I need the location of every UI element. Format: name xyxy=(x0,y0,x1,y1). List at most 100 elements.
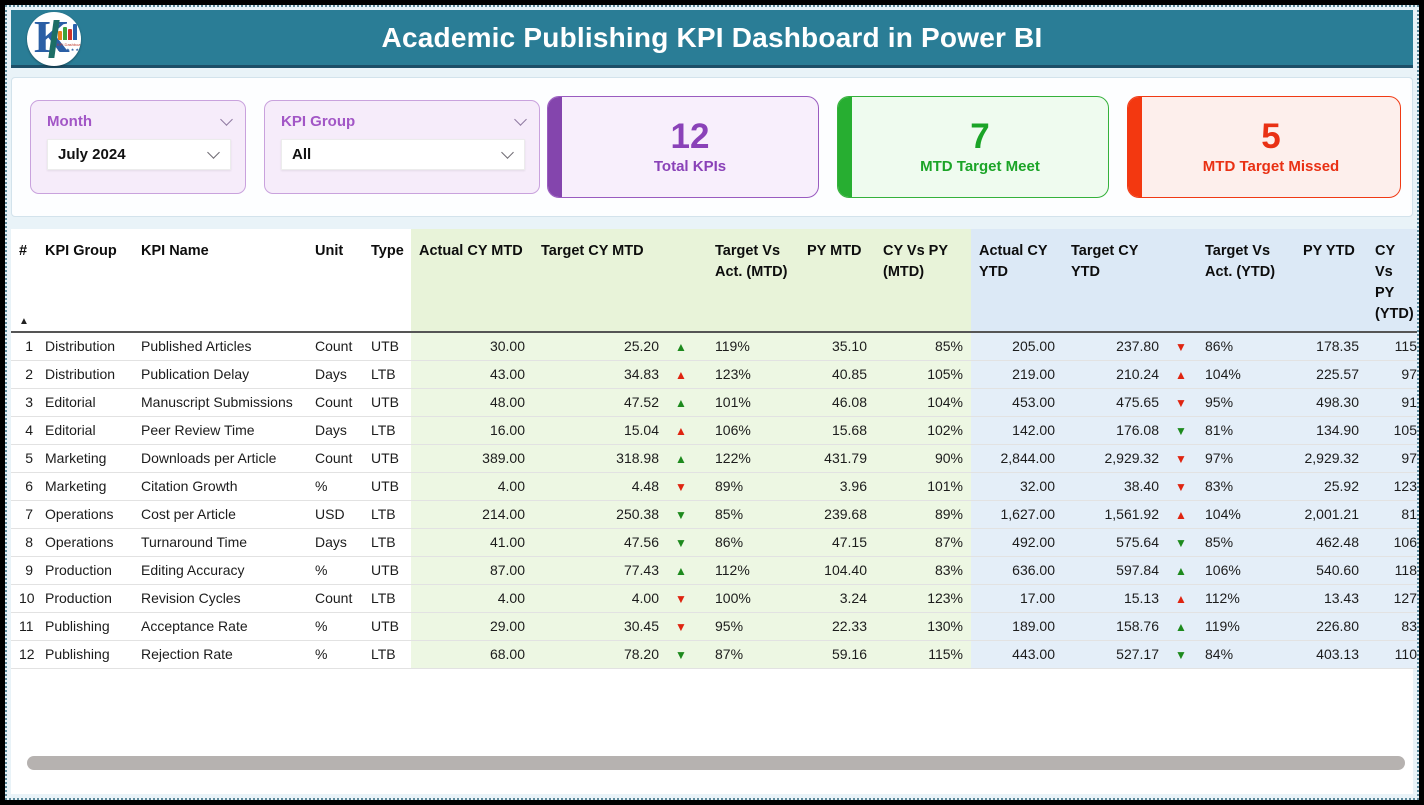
cell-unit: % xyxy=(307,640,363,668)
cell-kpi-name: Turnaround Time xyxy=(133,528,307,556)
table-row[interactable]: 4EditorialPeer Review TimeDaysLTB16.0015… xyxy=(11,416,1417,444)
variance-value: 89% xyxy=(715,478,743,494)
cell-target-cy-ytd: 237.80 xyxy=(1063,332,1167,360)
table-row[interactable]: 1DistributionPublished ArticlesCountUTB3… xyxy=(11,332,1417,360)
column-header-actual-cy-ytd[interactable]: Actual CY YTD xyxy=(971,229,1063,332)
cell-index: 1 xyxy=(11,332,37,360)
cell-kpi-group: Editorial xyxy=(37,388,133,416)
cell-type: UTB xyxy=(363,612,411,640)
cell-target-vs-act-mtd: ▼87% xyxy=(667,640,799,668)
cell-kpi-group: Distribution xyxy=(37,332,133,360)
cell-unit: Days xyxy=(307,528,363,556)
cell-cy-vs-py-mtd: 115% xyxy=(875,640,971,668)
table-row[interactable]: 2DistributionPublication DelayDaysLTB43.… xyxy=(11,360,1417,388)
cell-target-cy-mtd: 30.45 xyxy=(533,612,667,640)
cell-target-vs-act-ytd: ▼ 97% xyxy=(1167,444,1295,472)
triangle-down-icon: ▼ xyxy=(1175,396,1189,410)
chevron-down-icon[interactable] xyxy=(220,113,233,126)
cell-target-vs-act-ytd: ▼84% xyxy=(1167,640,1295,668)
triangle-down-icon: ▼ xyxy=(1175,452,1189,466)
cell-target-vs-act-mtd: ▲112% xyxy=(667,556,799,584)
variance-value: 83% xyxy=(1205,478,1233,494)
total-kpis-value: 12 xyxy=(671,119,710,154)
table-row[interactable]: 12PublishingRejection Rate%LTB68.0078.20… xyxy=(11,640,1417,668)
column-header-cy-vs-py-ytd[interactable]: CY Vs PY (YTD) xyxy=(1367,229,1417,332)
cell-kpi-group: Publishing xyxy=(37,640,133,668)
triangle-down-icon: ▼ xyxy=(1175,648,1189,662)
chevron-down-icon[interactable] xyxy=(514,113,527,126)
cell-type: UTB xyxy=(363,444,411,472)
column-header-target-vs-act-mtd[interactable]: Target Vs Act. (MTD) xyxy=(667,229,799,332)
column-header-unit[interactable]: Unit xyxy=(307,229,363,332)
cell-unit: Days xyxy=(307,416,363,444)
column-header-py-mtd[interactable]: PY MTD xyxy=(799,229,875,332)
table-row[interactable]: 5MarketingDownloads per ArticleCountUTB3… xyxy=(11,444,1417,472)
triangle-up-icon: ▲ xyxy=(675,564,689,578)
triangle-up-icon: ▲ xyxy=(675,424,689,438)
variance-value: 86% xyxy=(715,534,743,550)
column-header-type[interactable]: Type xyxy=(363,229,411,332)
variance-value: 87% xyxy=(715,646,743,662)
cell-target-vs-act-ytd: ▼95% xyxy=(1167,388,1295,416)
cell-target-cy-ytd: 2,929.32 xyxy=(1063,444,1167,472)
horizontal-scrollbar-thumb[interactable] xyxy=(27,756,1405,770)
cell-kpi-name: Downloads per Article xyxy=(133,444,307,472)
column-header-target-cy-ytd[interactable]: Target CY YTD xyxy=(1063,229,1167,332)
cell-unit: % xyxy=(307,472,363,500)
cell-py-ytd: 13.43 xyxy=(1295,584,1367,612)
cell-index: 12 xyxy=(11,640,37,668)
cell-cy-vs-py-mtd: 90% xyxy=(875,444,971,472)
triangle-up-icon: ▲ xyxy=(675,452,689,466)
variance-value: 97% xyxy=(1205,450,1233,466)
kpi-group-dropdown-value: All xyxy=(292,146,311,163)
variance-value: 95% xyxy=(715,618,743,634)
cell-unit: Count xyxy=(307,332,363,360)
variance-value: 123% xyxy=(715,366,751,382)
kpi-table-body: 1DistributionPublished ArticlesCountUTB3… xyxy=(11,332,1417,668)
cell-kpi-name: Publication Delay xyxy=(133,360,307,388)
column-header-index[interactable]: # ▲ xyxy=(11,229,37,332)
column-header-target-vs-act-ytd[interactable]: Target Vs Act. (YTD) xyxy=(1167,229,1295,332)
column-header-target-cy-mtd[interactable]: Target CY MTD xyxy=(533,229,667,332)
page-title: Academic Publishing KPI Dashboard in Pow… xyxy=(382,22,1043,54)
cell-py-ytd: 2,929.32 xyxy=(1295,444,1367,472)
kpi-group-slicer-label: KPI Group xyxy=(281,113,355,130)
table-row[interactable]: 9ProductionEditing Accuracy%UTB87.0077.4… xyxy=(11,556,1417,584)
cell-index: 7 xyxy=(11,500,37,528)
column-header-py-ytd[interactable]: PY YTD xyxy=(1295,229,1367,332)
cell-py-ytd: 2,001.21 xyxy=(1295,500,1367,528)
table-row[interactable]: 8OperationsTurnaround TimeDaysLTB41.0047… xyxy=(11,528,1417,556)
cell-cy-vs-py-mtd: 83% xyxy=(875,556,971,584)
cell-py-mtd: 47.15 xyxy=(799,528,875,556)
table-row[interactable]: 3EditorialManuscript SubmissionsCountUTB… xyxy=(11,388,1417,416)
triangle-down-icon: ▼ xyxy=(1175,480,1189,494)
month-slicer-label: Month xyxy=(47,113,92,130)
cell-target-vs-act-mtd: ▲122% xyxy=(667,444,799,472)
month-dropdown[interactable]: July 2024 xyxy=(47,139,231,170)
cell-cy-vs-py-ytd: 97 xyxy=(1367,444,1417,472)
cell-index: 11 xyxy=(11,612,37,640)
kpi-table-visual: # ▲ KPI Group KPI Name Unit Type Actual … xyxy=(11,229,1413,794)
kpi-group-dropdown[interactable]: All xyxy=(281,139,525,170)
cell-py-mtd: 22.33 xyxy=(799,612,875,640)
column-header-kpi-group[interactable]: KPI Group xyxy=(37,229,133,332)
cell-target-cy-ytd: 158.76 xyxy=(1063,612,1167,640)
cell-actual-cy-ytd: 205.00 xyxy=(971,332,1063,360)
sort-ascending-icon: ▲ xyxy=(19,315,29,330)
cell-actual-cy-mtd: 41.00 xyxy=(411,528,533,556)
column-header-actual-cy-mtd[interactable]: Actual CY MTD xyxy=(411,229,533,332)
cell-actual-cy-ytd: 32.00 xyxy=(971,472,1063,500)
table-row[interactable]: 6MarketingCitation Growth%UTB4.004.48▼89… xyxy=(11,472,1417,500)
column-header-kpi-name[interactable]: KPI Name xyxy=(133,229,307,332)
table-row[interactable]: 11PublishingAcceptance Rate%UTB29.0030.4… xyxy=(11,612,1417,640)
triangle-up-icon: ▲ xyxy=(675,368,689,382)
cell-actual-cy-ytd: 189.00 xyxy=(971,612,1063,640)
column-header-cy-vs-py-mtd[interactable]: CY Vs PY (MTD) xyxy=(875,229,971,332)
cell-cy-vs-py-mtd: 130% xyxy=(875,612,971,640)
cell-cy-vs-py-ytd: 110 xyxy=(1367,640,1417,668)
cell-actual-cy-ytd: 492.00 xyxy=(971,528,1063,556)
table-row[interactable]: 10ProductionRevision CyclesCountLTB4.004… xyxy=(11,584,1417,612)
table-row[interactable]: 7OperationsCost per ArticleUSDLTB214.002… xyxy=(11,500,1417,528)
cell-type: UTB xyxy=(363,472,411,500)
total-kpis-label: Total KPIs xyxy=(654,158,726,175)
